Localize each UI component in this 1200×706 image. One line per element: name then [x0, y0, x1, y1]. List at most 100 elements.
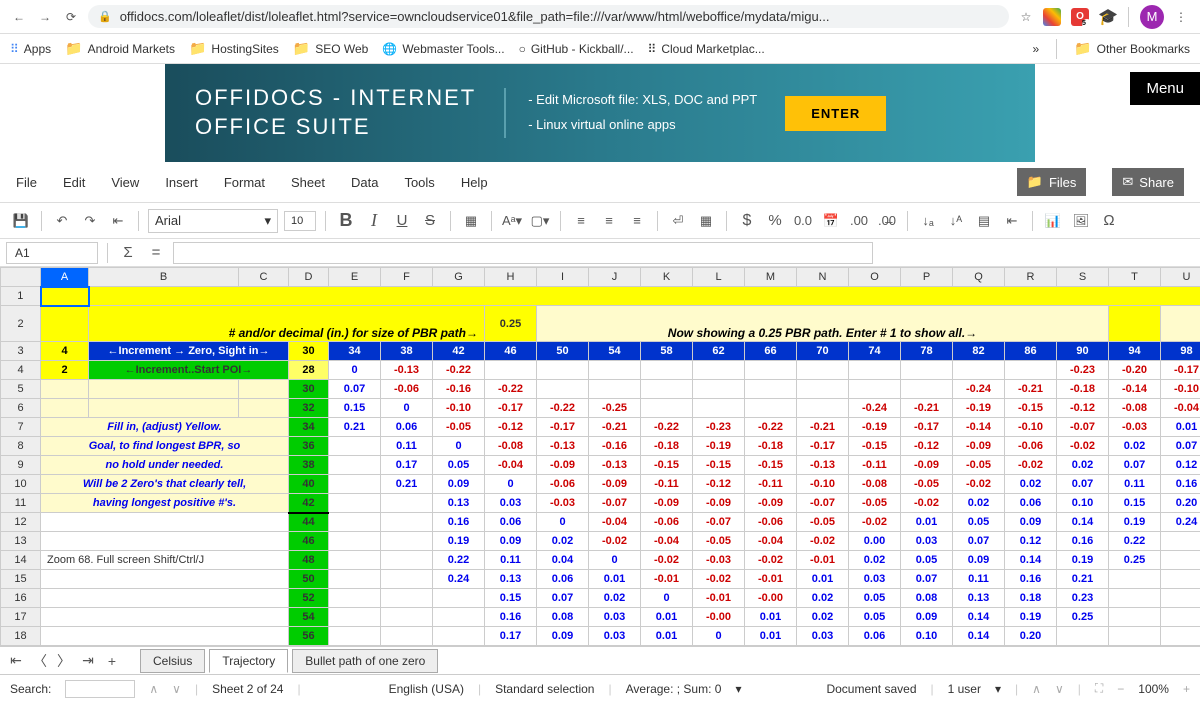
- cell[interactable]: [381, 608, 433, 627]
- cell[interactable]: -0.17: [901, 418, 953, 437]
- col-header[interactable]: M: [745, 268, 797, 287]
- cell[interactable]: -0.14: [1109, 380, 1161, 399]
- cell[interactable]: [693, 361, 745, 380]
- cell[interactable]: 42: [289, 494, 329, 513]
- cell[interactable]: [433, 627, 485, 646]
- cell[interactable]: [329, 456, 381, 475]
- ext-grid-icon[interactable]: [1043, 8, 1061, 26]
- row-header[interactable]: 2: [1, 306, 41, 342]
- cell[interactable]: [381, 551, 433, 570]
- cell[interactable]: 0.13: [953, 589, 1005, 608]
- cell[interactable]: 0.25: [1109, 551, 1161, 570]
- cell[interactable]: 0.20: [1005, 627, 1057, 646]
- cell[interactable]: 0.13: [433, 494, 485, 513]
- cell[interactable]: 0.02: [589, 589, 641, 608]
- cell[interactable]: 0.16: [433, 513, 485, 532]
- font-color-icon[interactable]: Aᵃ▾: [501, 210, 523, 232]
- cell[interactable]: -0.25: [589, 399, 641, 418]
- cell[interactable]: 0: [693, 627, 745, 646]
- files-button[interactable]: 📁Files: [1017, 168, 1087, 196]
- cell[interactable]: -0.12: [485, 418, 537, 437]
- cell[interactable]: 70: [797, 342, 849, 361]
- font-size[interactable]: 10: [284, 211, 316, 231]
- cell[interactable]: 0.03: [901, 532, 953, 551]
- cell[interactable]: [953, 361, 1005, 380]
- cell[interactable]: 0.14: [953, 627, 1005, 646]
- cell[interactable]: 0.18: [1005, 589, 1057, 608]
- cell[interactable]: 58: [641, 342, 693, 361]
- row-header[interactable]: 8: [1, 437, 41, 456]
- cell[interactable]: 0.05: [849, 589, 901, 608]
- cell[interactable]: 0.05: [901, 551, 953, 570]
- cell[interactable]: [745, 361, 797, 380]
- cell[interactable]: 0.16: [1161, 475, 1200, 494]
- url-bar[interactable]: 🔒 offidocs.com/loleaflet/dist/loleaflet.…: [88, 5, 1009, 28]
- cell[interactable]: [381, 513, 433, 532]
- cell[interactable]: -0.22: [537, 399, 589, 418]
- cell[interactable]: [537, 380, 589, 399]
- cell[interactable]: -0.10: [1161, 380, 1200, 399]
- cell[interactable]: Goal, to find longest BPR, so: [41, 437, 289, 456]
- cell[interactable]: 36: [289, 437, 329, 456]
- next-record-icon[interactable]: ∨: [1055, 682, 1064, 696]
- cell[interactable]: -0.02: [849, 513, 901, 532]
- cell[interactable]: -0.01: [745, 570, 797, 589]
- cell[interactable]: 0.22: [1109, 532, 1161, 551]
- cell[interactable]: -0.02: [745, 551, 797, 570]
- cell[interactable]: 0.07: [537, 589, 589, 608]
- cell[interactable]: -0.07: [1057, 418, 1109, 437]
- cell[interactable]: -0.04: [589, 513, 641, 532]
- cell[interactable]: 46: [289, 532, 329, 551]
- cell[interactable]: 0.01: [641, 608, 693, 627]
- row-header[interactable]: 4: [1, 361, 41, 380]
- cell[interactable]: 0.06: [1005, 494, 1057, 513]
- cell[interactable]: [745, 380, 797, 399]
- cell[interactable]: [239, 399, 289, 418]
- cell[interactable]: 0.01: [641, 627, 693, 646]
- cell[interactable]: [1161, 570, 1200, 589]
- cell[interactable]: 0.02: [1109, 437, 1161, 456]
- cell[interactable]: -0.09: [537, 456, 589, 475]
- cell[interactable]: 0: [537, 513, 589, 532]
- indent-icon[interactable]: ⇤: [107, 210, 129, 232]
- sheet-tab-bullet[interactable]: Bullet path of one zero: [292, 649, 438, 673]
- cell[interactable]: [329, 532, 381, 551]
- cell[interactable]: -0.15: [641, 456, 693, 475]
- cell[interactable]: 48: [289, 551, 329, 570]
- chart-icon[interactable]: 📊: [1042, 210, 1064, 232]
- cell[interactable]: 0: [381, 399, 433, 418]
- equals-icon[interactable]: =: [145, 242, 167, 264]
- cell[interactable]: -0.21: [1005, 380, 1057, 399]
- cell[interactable]: 98: [1161, 342, 1200, 361]
- inc-decimal-icon[interactable]: .00: [848, 210, 870, 232]
- cell[interactable]: no hold under needed.: [41, 456, 289, 475]
- cell[interactable]: 94: [1109, 342, 1161, 361]
- menu-format[interactable]: Format: [224, 175, 265, 190]
- cell[interactable]: -0.18: [745, 437, 797, 456]
- undo-icon[interactable]: ↶: [51, 210, 73, 232]
- cell[interactable]: -0.21: [589, 418, 641, 437]
- col-header[interactable]: Q: [953, 268, 1005, 287]
- cell[interactable]: -0.02: [1005, 456, 1057, 475]
- cell[interactable]: -0.22: [641, 418, 693, 437]
- cell[interactable]: -0.10: [797, 475, 849, 494]
- cell[interactable]: 0.09: [901, 608, 953, 627]
- cell[interactable]: -0.04: [1161, 399, 1200, 418]
- dec-decimal-icon[interactable]: .0̶0: [876, 210, 898, 232]
- cell[interactable]: [641, 380, 693, 399]
- tab-prev-icon[interactable]: 〈: [30, 651, 50, 671]
- cell[interactable]: 0.10: [901, 627, 953, 646]
- cell[interactable]: [381, 494, 433, 513]
- cell[interactable]: [41, 287, 89, 306]
- cell[interactable]: -0.06: [745, 513, 797, 532]
- cell[interactable]: # and/or decimal (in.) for size of PBR p…: [89, 306, 485, 342]
- cell[interactable]: -0.10: [1005, 418, 1057, 437]
- cell[interactable]: [849, 380, 901, 399]
- cell[interactable]: 0.17: [485, 627, 537, 646]
- cell[interactable]: 46: [485, 342, 537, 361]
- row-header[interactable]: 10: [1, 475, 41, 494]
- cell[interactable]: Fill in, (adjust) Yellow.: [41, 418, 289, 437]
- cell[interactable]: 66: [745, 342, 797, 361]
- col-header[interactable]: J: [589, 268, 641, 287]
- row-header[interactable]: 3: [1, 342, 41, 361]
